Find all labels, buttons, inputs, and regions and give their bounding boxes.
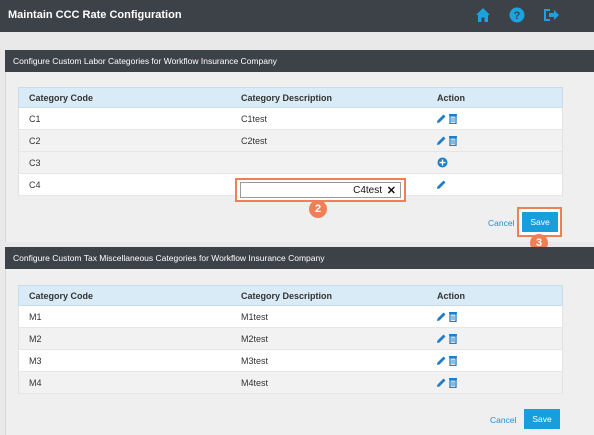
description-edit-highlight: C4test ✕ [235, 178, 406, 202]
edit-icon[interactable] [436, 113, 447, 124]
delete-icon[interactable] [448, 311, 458, 322]
category-code: M3 [29, 356, 42, 366]
column-header-code: Category Code [29, 93, 94, 103]
category-code: M4 [29, 378, 42, 388]
category-code: C1 [29, 114, 41, 124]
table-row: M2 M2test [18, 328, 563, 350]
column-header-action: Action [437, 93, 465, 103]
row-actions [436, 377, 462, 389]
tax-section-header: Configure Custom Tax Miscellaneous Categ… [5, 247, 594, 269]
svg-text:?: ? [514, 10, 521, 22]
home-icon[interactable] [475, 7, 491, 23]
tax-grid-header: Category Code Category Description Actio… [18, 285, 563, 306]
row-actions [436, 179, 462, 191]
tax-grid: Category Code Category Description Actio… [18, 285, 563, 394]
page-title: Maintain CCC Rate Configuration [8, 9, 182, 21]
description-input[interactable]: C4test ✕ [240, 182, 401, 198]
table-row: M1 M1test [18, 306, 563, 328]
row-actions [436, 135, 462, 147]
clear-input-icon[interactable]: ✕ [387, 184, 396, 197]
category-code: C2 [29, 136, 41, 146]
table-row: M4 M4test [18, 372, 563, 394]
description-input-value: C4test [353, 185, 382, 196]
labor-section-title: Configure Custom Labor Categories for Wo… [13, 56, 277, 66]
table-row: M3 M3test [18, 350, 563, 372]
table-row: C2 C2test [18, 130, 563, 152]
category-description: M1test [241, 312, 269, 322]
category-description: M4test [241, 378, 269, 388]
logout-icon[interactable] [543, 7, 559, 23]
labor-save-button[interactable]: Save [522, 212, 558, 232]
column-header-code: Category Code [29, 291, 94, 301]
edit-icon[interactable] [436, 355, 447, 366]
labor-section-header: Configure Custom Labor Categories for Wo… [5, 50, 594, 72]
row-actions [436, 157, 462, 169]
table-row: C3 [18, 152, 563, 174]
column-header-action: Action [437, 291, 465, 301]
tax-save-button[interactable]: Save [524, 409, 560, 429]
labor-cancel-link[interactable]: Cancel [488, 218, 514, 228]
labor-grid-header: Category Code Category Description Actio… [18, 87, 563, 108]
add-icon[interactable] [437, 157, 448, 168]
delete-icon[interactable] [448, 113, 458, 124]
row-actions [436, 355, 462, 367]
column-header-description: Category Description [241, 291, 333, 301]
delete-icon[interactable] [448, 355, 458, 366]
category-code: C4 [29, 180, 41, 190]
column-header-description: Category Description [241, 93, 333, 103]
delete-icon[interactable] [448, 377, 458, 388]
edit-icon[interactable] [436, 311, 447, 322]
row-actions [436, 113, 462, 125]
row-actions [436, 311, 462, 323]
edit-icon[interactable] [436, 377, 447, 388]
category-description: C1test [241, 114, 268, 124]
edit-icon[interactable] [436, 135, 447, 146]
category-description: C2test [241, 136, 268, 146]
tax-cancel-link[interactable]: Cancel [490, 415, 516, 425]
table-row: C1 C1test [18, 108, 563, 130]
tax-section-title: Configure Custom Tax Miscellaneous Categ… [13, 253, 325, 263]
category-code: M2 [29, 334, 42, 344]
delete-icon[interactable] [448, 333, 458, 344]
edit-icon[interactable] [436, 179, 447, 190]
callout-step-2: 2 [309, 200, 327, 218]
row-actions [436, 333, 462, 345]
edit-icon[interactable] [436, 333, 447, 344]
category-description: M2test [241, 334, 269, 344]
help-icon[interactable]: ? [509, 7, 525, 23]
delete-icon[interactable] [448, 135, 458, 146]
category-code: C3 [29, 158, 41, 168]
category-description: M3test [241, 356, 269, 366]
top-bar: Maintain CCC Rate Configuration ? [0, 0, 594, 32]
category-code: M1 [29, 312, 42, 322]
